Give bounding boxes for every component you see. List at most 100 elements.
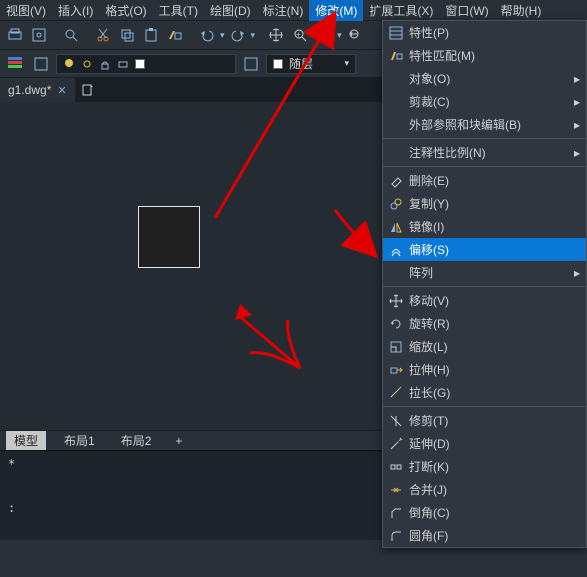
separator [383, 138, 586, 139]
dd-label: 对象(O) [409, 70, 574, 87]
menu-view[interactable]: 视图(V) [0, 0, 52, 21]
tab-model[interactable]: 模型 [6, 431, 46, 450]
color-swatch [273, 59, 283, 69]
sun-icon [81, 58, 93, 70]
dd-chamfer[interactable]: 倒角(C) [383, 501, 586, 524]
find-icon[interactable] [60, 24, 82, 46]
dd-trim[interactable]: 修剪(T) [383, 409, 586, 432]
color-dropdown[interactable]: 随层 ▾ [266, 54, 356, 74]
dd-break[interactable]: 打断(K) [383, 455, 586, 478]
layer-iso-icon[interactable] [240, 54, 262, 74]
dd-anno-scale[interactable]: 注释性比例(N) ▸ [383, 141, 586, 164]
dd-stretch[interactable]: 拉伸(H) [383, 358, 586, 381]
dd-label: 注释性比例(N) [409, 144, 574, 161]
dd-properties[interactable]: 特性(P) [383, 21, 586, 44]
dd-label: 合并(J) [409, 481, 580, 498]
break-icon [383, 460, 409, 474]
trim-icon [383, 414, 409, 428]
chevron-right-icon: ▸ [574, 118, 580, 132]
dd-label: 修剪(T) [409, 412, 580, 429]
dd-offset[interactable]: 偏移(S) [383, 238, 586, 261]
layer-states-icon[interactable] [30, 54, 52, 74]
move-icon [383, 294, 409, 308]
dd-match-props[interactable]: 特性匹配(M) [383, 44, 586, 67]
lengthen-icon [383, 386, 409, 400]
chevron-right-icon: ▸ [574, 95, 580, 109]
menu-tools[interactable]: 工具(T) [153, 0, 204, 21]
layer-dropdown[interactable] [56, 54, 236, 74]
dd-erase[interactable]: 删除(E) [383, 169, 586, 192]
dd-lengthen[interactable]: 拉长(G) [383, 381, 586, 404]
dd-mirror[interactable]: 镜像(I) [383, 215, 586, 238]
extend-icon [383, 437, 409, 451]
stretch-icon [383, 363, 409, 377]
copy-clip-icon[interactable] [116, 24, 138, 46]
dd-object[interactable]: 对象(O) ▸ [383, 67, 586, 90]
paste-icon[interactable] [140, 24, 162, 46]
menu-help[interactable]: 帮助(H) [495, 0, 548, 21]
dd-label: 复制(Y) [409, 195, 580, 212]
copy-icon [383, 197, 409, 211]
menu-dimension[interactable]: 标注(N) [257, 0, 310, 21]
dd-label: 倒角(C) [409, 504, 580, 521]
chamfer-icon [383, 506, 409, 520]
erase-icon [383, 174, 409, 188]
drawn-rectangle [138, 206, 200, 268]
bulb-icon [63, 58, 75, 70]
undo-icon[interactable] [196, 24, 218, 46]
dd-clip[interactable]: 剪裁(C) ▸ [383, 90, 586, 113]
rotate-icon [383, 317, 409, 331]
match-icon[interactable] [164, 24, 186, 46]
dd-label: 拉伸(H) [409, 361, 580, 378]
dd-label: 移动(V) [409, 292, 580, 309]
dd-move[interactable]: 移动(V) [383, 289, 586, 312]
dd-label: 偏移(S) [409, 241, 580, 258]
zoom-win-icon[interactable] [313, 24, 335, 46]
zoom-prev-icon[interactable] [344, 24, 366, 46]
preview-icon[interactable] [28, 24, 50, 46]
offset-icon [383, 243, 409, 257]
menu-express[interactable]: 扩展工具(X) [363, 0, 439, 21]
menu-window[interactable]: 窗口(W) [439, 0, 494, 21]
match-props-icon [383, 49, 409, 63]
separator [383, 406, 586, 407]
dd-array[interactable]: 阵列 ▸ [383, 261, 586, 284]
close-icon[interactable]: ✕ [57, 84, 66, 97]
dd-copy[interactable]: 复制(Y) [383, 192, 586, 215]
dd-join[interactable]: 合并(J) [383, 478, 586, 501]
layer-props-icon[interactable] [4, 54, 26, 74]
dd-label: 圆角(F) [409, 527, 580, 544]
menu-modify[interactable]: 修改(M) [309, 0, 363, 21]
print-icon[interactable] [4, 24, 26, 46]
tab-add[interactable]: + [169, 433, 188, 449]
color-swatch [135, 59, 145, 69]
cut-icon[interactable] [92, 24, 114, 46]
dd-scale[interactable]: 缩放(L) [383, 335, 586, 358]
dd-label: 特性匹配(M) [409, 47, 580, 64]
dd-rotate[interactable]: 旋转(R) [383, 312, 586, 335]
redo-icon[interactable] [227, 24, 249, 46]
zoom-rt-icon[interactable]: + [289, 24, 311, 46]
dd-xref-block[interactable]: 外部参照和块编辑(B) ▸ [383, 113, 586, 136]
tab-layout1[interactable]: 布局1 [56, 431, 103, 450]
dd-label: 删除(E) [409, 172, 580, 189]
bylayer-label: 随层 [289, 55, 313, 72]
svg-text:+: + [296, 30, 301, 39]
modify-dropdown: 特性(P) 特性匹配(M) 对象(O) ▸ 剪裁(C) ▸ 外部参照和块编辑(B… [382, 20, 587, 548]
file-tab-active[interactable]: g1.dwg* ✕ [0, 78, 76, 102]
menu-format[interactable]: 格式(O) [99, 0, 152, 21]
chevron-right-icon: ▸ [574, 72, 580, 86]
pan-icon[interactable] [265, 24, 287, 46]
dd-extend[interactable]: 延伸(D) [383, 432, 586, 455]
menu-insert[interactable]: 插入(I) [52, 0, 99, 21]
dd-fillet[interactable]: 圆角(F) [383, 524, 586, 547]
mirror-icon [383, 220, 409, 234]
printer-icon [117, 58, 129, 70]
dd-label: 缩放(L) [409, 338, 580, 355]
dd-label: 旋转(R) [409, 315, 580, 332]
tab-layout2[interactable]: 布局2 [113, 431, 160, 450]
dd-label: 特性(P) [409, 24, 580, 41]
new-file-icon[interactable] [76, 78, 100, 102]
dd-label: 阵列 [409, 264, 574, 281]
menu-draw[interactable]: 绘图(D) [204, 0, 257, 21]
